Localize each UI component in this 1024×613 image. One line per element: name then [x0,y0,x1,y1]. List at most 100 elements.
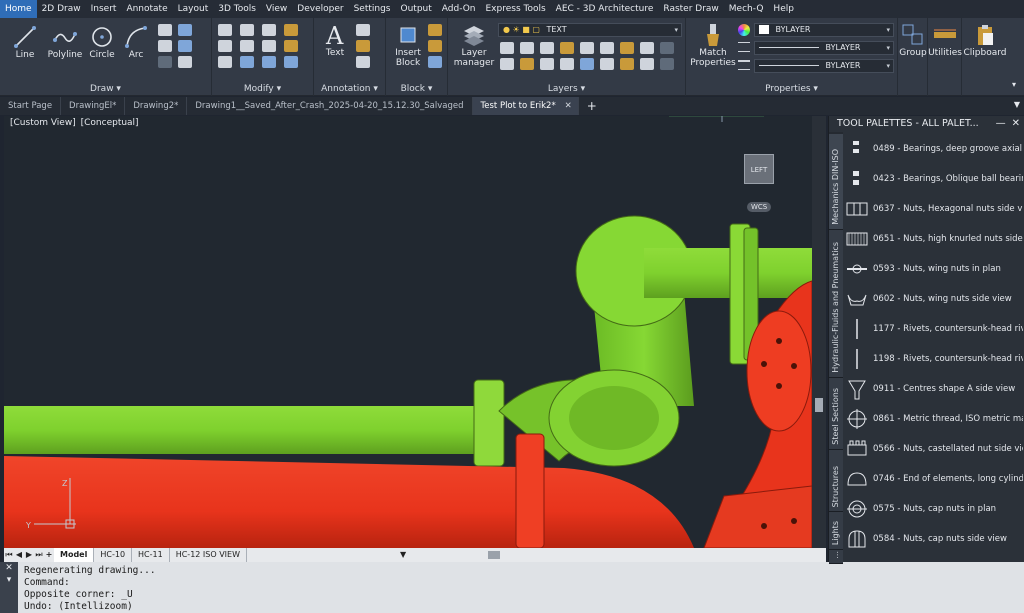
text-button[interactable]: A Text [320,22,350,58]
close-icon[interactable]: ✕ [1012,118,1020,129]
insert-block-button[interactable]: Insert Block [392,22,424,68]
layer-tool-icon[interactable] [540,58,554,70]
tab-hydraulic-fluids-pneumatics[interactable]: Hydraulic-Fluids and Pneumatics [829,230,843,378]
add-layout-icon[interactable]: + [44,548,54,562]
view-control[interactable]: [Custom View] [10,118,76,128]
line-button[interactable]: Line [10,24,40,60]
tab-model[interactable]: Model [54,548,95,562]
model-viewport[interactable]: [Custom View] [Conceptual] Z Y LEFT WCS [4,116,812,548]
create-block-icon[interactable] [428,24,442,36]
layer-tool-icon[interactable] [500,58,514,70]
viewport-label[interactable]: [Custom View] [Conceptual] [10,118,141,128]
layer-tool-icon[interactable] [620,58,634,70]
dimension-icon[interactable] [356,24,370,36]
move-icon[interactable] [218,24,232,36]
tab-mechanics-din-iso[interactable]: Mechanics DIN-ISO [829,134,843,230]
match-properties-button[interactable]: Match Properties [690,22,736,68]
circle-button[interactable]: Circle [88,24,116,60]
edit-block-icon[interactable] [428,40,442,52]
menu-developer[interactable]: Developer [292,0,348,18]
stretch-icon[interactable] [218,56,232,68]
horizontal-scroll-thumb[interactable] [488,551,500,559]
command-line[interactable]: ✕ ▾ Regenerating drawing... Command: Opp… [0,562,1024,613]
layer-tool-icon[interactable] [520,58,534,70]
menu-insert[interactable]: Insert [86,0,122,18]
tab-drawing1-salvaged[interactable]: Drawing1__Saved_After_Crash_2025-04-20_1… [187,97,473,115]
palette-item[interactable]: 0861 - Metric thread, ISO metric ma [845,404,1023,434]
menu-layout[interactable]: Layout [173,0,214,18]
viewcube[interactable]: LEFT [744,154,774,184]
palette-item[interactable]: 0489 - Bearings, deep groove axial b [845,134,1023,164]
layers-panel-title[interactable]: Layers ▾ [448,84,685,94]
palette-item[interactable]: 0593 - Nuts, wing nuts in plan [845,254,1023,284]
menu-aec-3d-architecture[interactable]: AEC - 3D Architecture [551,0,659,18]
menu-raster-draw[interactable]: Raster Draw [658,0,723,18]
tab-hc-12-iso-view[interactable]: HC-12 ISO VIEW [170,548,247,562]
layer-tool-icon[interactable] [560,58,574,70]
tab-more[interactable]: ... [829,550,843,564]
spline-icon[interactable] [178,24,192,36]
scale-icon[interactable] [240,56,254,68]
chevron-down-icon[interactable]: ▾ [0,574,18,586]
palette-item[interactable]: 0637 - Nuts, Hexagonal nuts side vi [845,194,1023,224]
layer-tool-icon[interactable] [600,58,614,70]
scroll-thumb[interactable] [815,398,823,412]
vertical-scrollbar[interactable] [812,116,826,548]
polyline-button[interactable]: Polyline [46,24,84,60]
hatch-icon[interactable] [158,56,172,68]
rotate-icon[interactable] [240,24,254,36]
minimize-icon[interactable]: — [996,118,1006,129]
layer-tool-icon[interactable] [640,58,654,70]
tab-hc-11[interactable]: HC-11 [132,548,170,562]
wcs-menu[interactable]: WCS [747,202,772,212]
utilities-button[interactable]: Utilities [928,22,962,58]
tab-drawing2[interactable]: Drawing2* [125,97,188,115]
tab-drawingel[interactable]: DrawingEl* [61,97,126,115]
menu-output[interactable]: Output [396,0,437,18]
rectangle-icon[interactable] [158,24,172,36]
menu-mech-q[interactable]: Mech-Q [724,0,769,18]
region-icon[interactable] [178,56,192,68]
explode-icon[interactable] [284,40,298,52]
layer-tool-icon[interactable] [660,58,674,70]
tab-lights[interactable]: Lights [829,512,843,550]
point-icon[interactable] [178,40,192,52]
menu-add-on[interactable]: Add-On [437,0,481,18]
layer-tool-icon[interactable] [520,42,534,54]
menu-home[interactable]: Home [0,0,37,18]
linetype-dropdown[interactable]: BYLAYER ▾ [754,41,894,55]
trim-icon[interactable] [262,24,276,36]
close-icon[interactable]: ✕ [0,562,18,574]
layer-tool-icon[interactable] [540,42,554,54]
first-tab-icon[interactable]: ⏮ [4,548,14,562]
tab-structures[interactable]: Structures [829,450,843,512]
layer-manager-button[interactable]: Layer manager [454,22,494,68]
layer-tool-icon[interactable] [640,42,654,54]
layer-dropdown[interactable]: ● ☀ ■ ▢ TEXT ▾ [498,23,682,37]
layer-tool-icon[interactable] [580,42,594,54]
palette-item[interactable]: 0423 - Bearings, Oblique ball bearin [845,164,1023,194]
layer-tool-icon[interactable] [580,58,594,70]
menu-view[interactable]: View [261,0,292,18]
offset-icon[interactable] [284,56,298,68]
visual-style-control[interactable]: [Conceptual] [81,118,139,128]
palette-item[interactable]: 0911 - Centres shape A side view [845,374,1023,404]
annotation-panel-title[interactable]: Annotation ▾ [314,84,385,94]
table-icon[interactable] [356,56,370,68]
menu-settings[interactable]: Settings [349,0,396,18]
lineweight-dropdown[interactable]: BYLAYER ▾ [754,59,894,73]
copy-icon[interactable] [218,40,232,52]
close-icon[interactable]: ✕ [565,97,572,115]
tab-steel-sections[interactable]: Steel Sections [829,378,843,450]
attribute-icon[interactable] [428,56,442,68]
layer-tool-icon[interactable] [500,42,514,54]
tab-start-page[interactable]: Start Page [0,97,62,115]
clipboard-button[interactable]: Clipboard [964,22,1007,58]
palette-item[interactable]: 0584 - Nuts, cap nuts side view [845,524,1023,554]
palette-item[interactable]: 0651 - Nuts, high knurled nuts side [845,224,1023,254]
layer-tool-icon[interactable] [560,42,574,54]
previous-tab-icon[interactable]: ◀ [14,548,24,562]
erase-icon[interactable] [284,24,298,36]
tab-hc-10[interactable]: HC-10 [94,548,133,562]
tab-test-plot-to-erik2[interactable]: Test Plot to Erik2* ✕ [472,97,579,115]
